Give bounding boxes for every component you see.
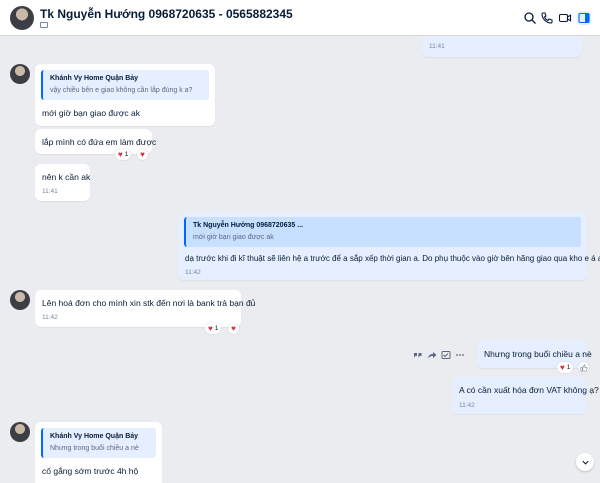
video-call-icon[interactable] — [558, 11, 572, 25]
heart-icon: ♥ — [231, 323, 236, 333]
message-bubble-mine[interactable]: 11:41 — [422, 37, 582, 57]
like-button[interactable] — [578, 362, 589, 373]
heart-icon: ♥ — [560, 362, 565, 372]
add-reaction-button[interactable]: ♥ — [228, 323, 239, 334]
reaction-summary[interactable]: ♥ 1 — [557, 362, 574, 373]
contact-name[interactable]: Tk Nguyễn Hướng 0968720635 - 0565882345 — [40, 7, 293, 21]
chat-header: Tk Nguyễn Hướng 0968720635 - 0565882345 — [0, 0, 600, 36]
message-text: nên k cần ak — [42, 172, 91, 182]
message-text: A có cần xuất hóa đơn VAT không ạ? — [459, 385, 599, 395]
forward-icon[interactable] — [427, 350, 437, 360]
reaction-summary[interactable]: ♥ 1 — [205, 323, 222, 334]
scroll-to-bottom-button[interactable] — [576, 453, 594, 471]
message-time: 11:42 — [42, 314, 58, 321]
quote-author: Tk Nguyễn Hướng 0968720635 ... — [193, 222, 304, 229]
contact-avatar[interactable] — [10, 6, 34, 30]
message-bubble-mine[interactable]: A có cần xuất hóa đơn VAT không ạ? 11:42 — [452, 377, 599, 414]
reaction-count: 1 — [124, 151, 129, 158]
message-bubble[interactable]: Lên hoá đơn cho mình xin stk đến nơi là … — [35, 290, 255, 327]
phone-icon[interactable] — [540, 11, 554, 25]
sender-avatar[interactable] — [10, 422, 30, 442]
message-text: Nhưng trong buổi chiều a nè — [484, 349, 592, 359]
message-text: cố gắng sớm trước 4h hộ — [42, 466, 139, 476]
quote-text: Nhưng trong buổi chiều a nè — [50, 445, 139, 452]
add-reaction-button[interactable]: ♥ — [137, 149, 148, 160]
search-icon[interactable] — [523, 11, 537, 25]
message-text: mới giờ bạn giao được ak — [42, 108, 141, 118]
quote-text: mới giờ bạn giao được ak — [193, 234, 274, 241]
heart-icon: ♥ — [208, 323, 213, 333]
message-text: Lên hoá đơn cho mình xin stk đến nơi là … — [42, 298, 256, 308]
heart-icon: ♥ — [140, 149, 145, 159]
message-text: lắp mình có đứa em làm được — [42, 137, 157, 147]
message-text: dạ trước khi đi kĩ thuật sẽ liên hệ a tr… — [185, 254, 600, 263]
reaction-count: 1 — [214, 325, 219, 332]
quote-text: vậy chiều bên e giao không cần lắp đúng … — [50, 87, 193, 94]
quoted-message[interactable]: Khánh Vy Home Quận Bảy vậy chiều bên e g… — [41, 70, 209, 100]
sender-avatar[interactable] — [10, 290, 30, 310]
message-bubble[interactable]: nên k cần ak 11:41 — [35, 164, 90, 201]
thumbs-up-icon — [579, 364, 588, 372]
message-time: 11:41 — [42, 188, 58, 195]
more-icon[interactable] — [455, 350, 465, 360]
message-time: 11:42 — [459, 402, 475, 409]
message-bubble-reply[interactable]: Khánh Vy Home Quận Bảy vậy chiều bên e g… — [35, 64, 215, 126]
quote-author: Khánh Vy Home Quận Bảy — [50, 433, 139, 440]
message-time: 11:41 — [429, 43, 445, 50]
message-bubble-reply[interactable]: Khánh Vy Home Quận Bảy Nhưng trong buổi … — [35, 422, 162, 483]
quoted-message[interactable]: Tk Nguyễn Hướng 0968720635 ... mới giờ b… — [184, 217, 581, 247]
quote-author: Khánh Vy Home Quận Bảy — [50, 75, 139, 82]
reaction-summary[interactable]: ♥ 1 — [115, 149, 132, 160]
sender-avatar[interactable] — [10, 64, 30, 84]
message-bubble-mine-reply[interactable]: Tk Nguyễn Hướng 0968720635 ... mới giờ b… — [178, 212, 600, 280]
quote-reply-icon[interactable] — [413, 350, 423, 360]
message-actions — [413, 350, 465, 360]
tag-icon[interactable] — [40, 22, 48, 28]
chevron-down-icon — [581, 460, 589, 465]
message-list[interactable]: 11:41 Khánh Vy Home Quận Bảy vậy chiều b… — [0, 37, 600, 483]
checklist-icon[interactable] — [441, 350, 451, 360]
message-time: 11:42 — [185, 269, 201, 276]
reaction-count: 1 — [566, 364, 571, 371]
message-bubble[interactable]: lắp mình có đứa em làm được — [35, 129, 156, 154]
heart-icon: ♥ — [118, 149, 123, 159]
sidebar-toggle-icon[interactable] — [577, 11, 591, 25]
quoted-message[interactable]: Khánh Vy Home Quận Bảy Nhưng trong buổi … — [41, 428, 156, 458]
